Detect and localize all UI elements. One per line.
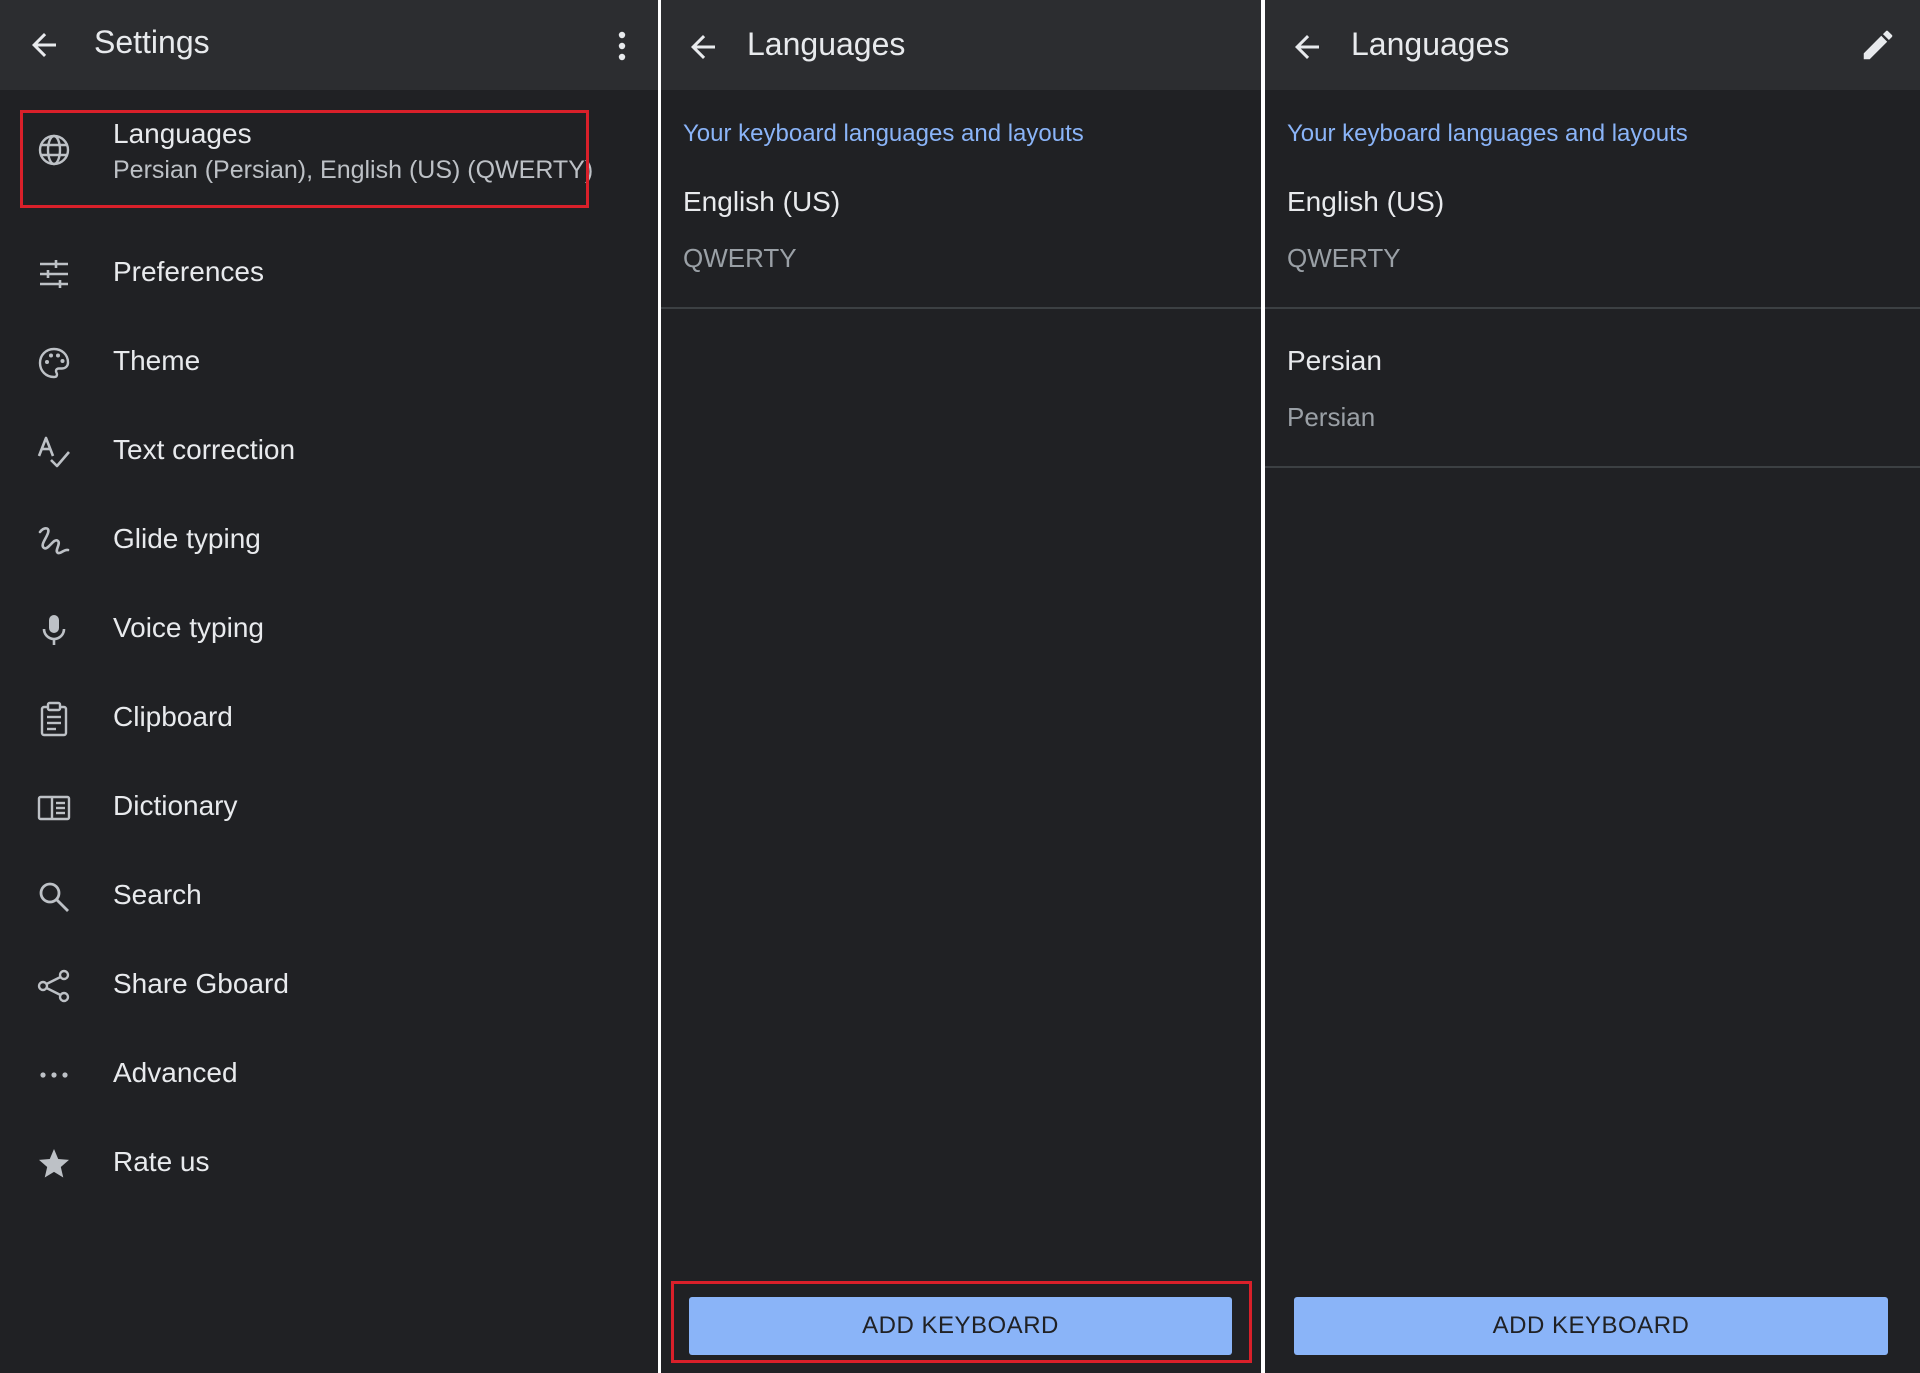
settings-item-label: Glide typing — [113, 523, 261, 554]
tune-icon — [36, 256, 72, 292]
settings-item-label: Voice typing — [113, 612, 264, 643]
globe-icon — [36, 132, 72, 168]
palette-icon — [36, 345, 72, 381]
settings-item-label: Languages — [113, 118, 252, 149]
back-arrow-icon[interactable] — [26, 27, 62, 63]
spellcheck-icon — [36, 434, 72, 470]
keyboard-language: English (US) — [1287, 186, 1445, 217]
keyboard-layout: QWERTY — [1287, 243, 1401, 273]
divider — [1265, 466, 1920, 468]
edit-pencil-icon[interactable] — [1859, 26, 1897, 64]
star-icon — [36, 1146, 72, 1182]
keyboard-language: Persian — [1287, 345, 1382, 376]
languages-app-bar: Languages — [1265, 0, 1920, 90]
settings-item-preferences[interactable]: Preferences — [0, 232, 658, 312]
more-horiz-icon — [36, 1057, 72, 1093]
mic-icon — [36, 612, 72, 648]
settings-app-bar: Settings — [0, 0, 658, 90]
search-icon — [36, 879, 72, 915]
languages-panel-edited: Languages Your keyboard languages and la… — [1265, 0, 1920, 1373]
settings-item-rate-us[interactable]: Rate us — [0, 1122, 658, 1202]
settings-item-subtitle: Persian (Persian), English (US) (QWERTY) — [113, 156, 594, 184]
settings-item-glide-typing[interactable]: Glide typing — [0, 499, 658, 579]
settings-item-label: Share Gboard — [113, 968, 289, 999]
settings-item-label: Dictionary — [113, 790, 238, 821]
settings-item-voice-typing[interactable]: Voice typing — [0, 588, 658, 668]
settings-item-label: Text correction — [113, 434, 296, 465]
back-arrow-icon[interactable] — [685, 29, 721, 65]
settings-panel: Settings Languages Persian (Persian), En… — [0, 0, 658, 1373]
section-header: Your keyboard languages and layouts — [1287, 120, 1688, 147]
page-title: Settings — [94, 24, 210, 60]
section-header: Your keyboard languages and layouts — [683, 120, 1084, 147]
settings-item-label: Search — [113, 879, 202, 910]
add-keyboard-button[interactable]: ADD KEYBOARD — [1294, 1297, 1888, 1355]
settings-item-search[interactable]: Search — [0, 855, 658, 935]
add-keyboard-button[interactable]: ADD KEYBOARD — [689, 1297, 1232, 1355]
settings-item-text-correction[interactable]: Text correction — [0, 410, 658, 490]
page-title: Languages — [747, 26, 906, 62]
settings-item-share-gboard[interactable]: Share Gboard — [0, 944, 658, 1024]
keyboard-layout: Persian — [1287, 402, 1376, 432]
book-icon — [36, 790, 72, 826]
settings-item-clipboard[interactable]: Clipboard — [0, 677, 658, 757]
page-title: Languages — [1351, 26, 1510, 62]
languages-app-bar: Languages — [661, 0, 1261, 90]
divider — [1265, 307, 1920, 309]
keyboard-item-persian[interactable]: Persian Persian — [1265, 345, 1920, 505]
settings-item-label: Theme — [113, 345, 201, 376]
settings-item-label: Clipboard — [113, 701, 233, 732]
languages-panel: Languages Your keyboard languages and la… — [661, 0, 1261, 1373]
settings-item-languages[interactable]: Languages Persian (Persian), English (US… — [0, 110, 658, 210]
keyboard-language: English (US) — [683, 186, 841, 217]
settings-item-advanced[interactable]: Advanced — [0, 1033, 658, 1113]
back-arrow-icon[interactable] — [1289, 29, 1325, 65]
settings-item-dictionary[interactable]: Dictionary — [0, 766, 658, 846]
settings-item-theme[interactable]: Theme — [0, 321, 658, 401]
share-icon — [36, 968, 72, 1004]
settings-item-label: Preferences — [113, 256, 264, 287]
keyboard-layout: QWERTY — [683, 243, 797, 273]
keyboard-item-english[interactable]: English (US) QWERTY — [1265, 186, 1920, 346]
keyboard-item-english[interactable]: English (US) QWERTY — [661, 186, 1261, 346]
clipboard-icon — [36, 701, 72, 737]
settings-item-label: Advanced — [113, 1057, 238, 1088]
gesture-icon — [36, 523, 72, 559]
settings-item-label: Rate us — [113, 1146, 210, 1177]
divider — [661, 307, 1261, 309]
more-vert-icon[interactable] — [608, 26, 636, 66]
